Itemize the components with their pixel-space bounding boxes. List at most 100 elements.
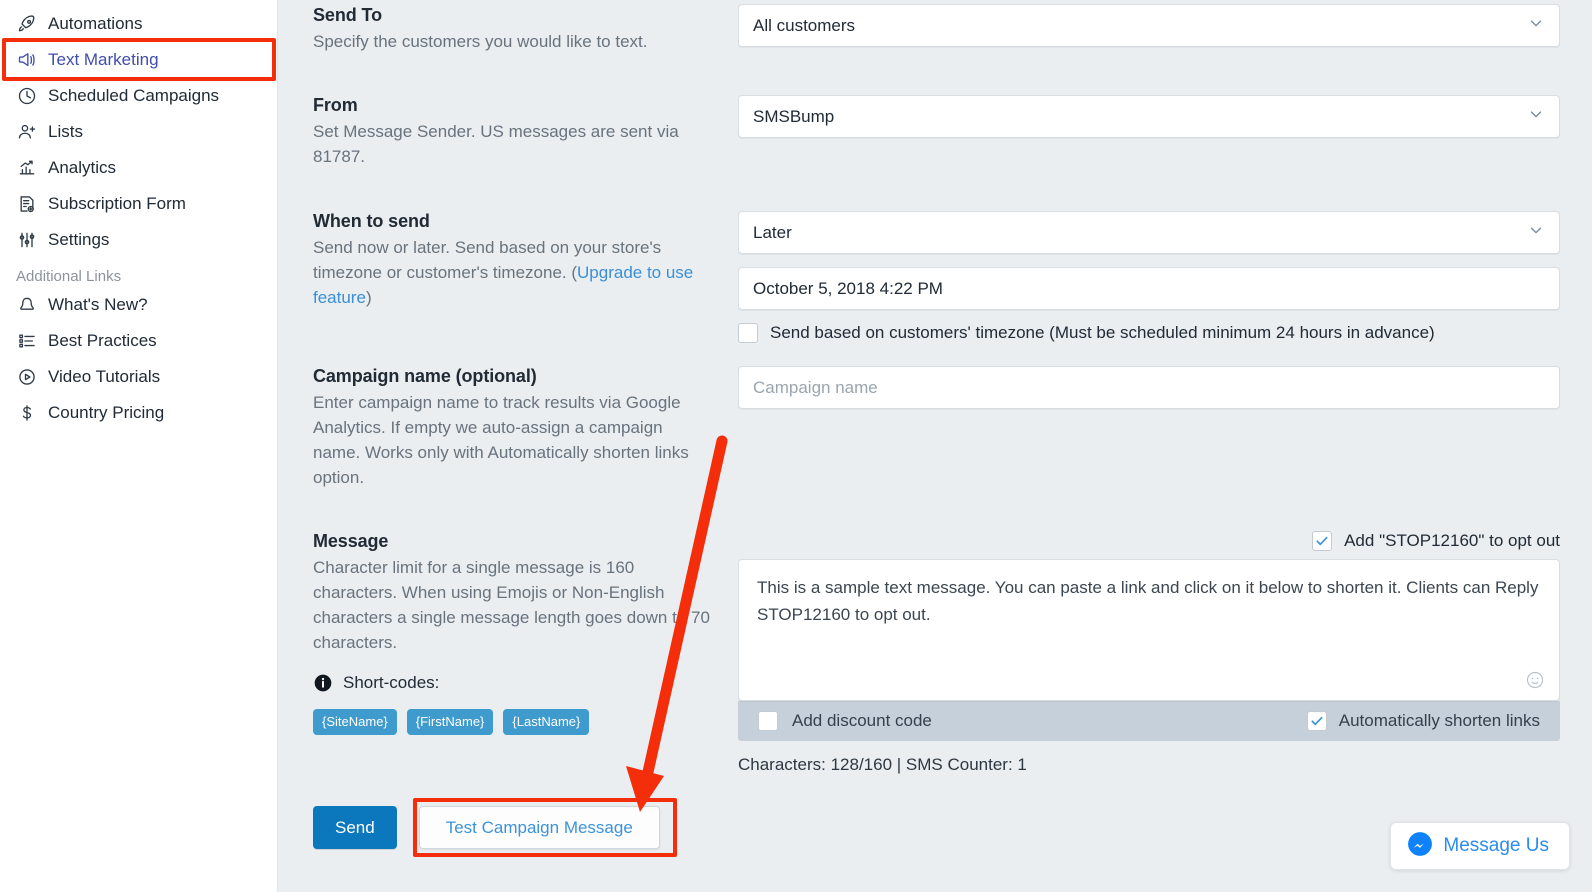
shortcodes-label: Short-codes: [343,673,440,692]
send-to-description: Specify the customers you would like to … [313,32,648,51]
auto-shorten-links-checkbox[interactable] [1306,711,1327,731]
dollar-icon [16,402,38,424]
sidebar-item-label: Subscription Form [48,194,186,213]
send-to-value: All customers [753,15,856,35]
campaign-name-placeholder: Campaign name [753,377,878,397]
form-icon [16,193,38,215]
sidebar-item-whats-new[interactable]: What's New? [0,287,277,323]
sliders-icon [16,229,38,251]
auto-shorten-links-label: Automatically shorten links [1338,711,1540,730]
play-circle-icon [16,366,38,388]
schedule-datetime-input[interactable]: October 5, 2018 4:22 PM [738,267,1560,310]
messenger-widget-button[interactable]: Message Us [1390,822,1570,870]
sidebar-item-label: Lists [48,122,83,141]
from-field-group: From Set Message Sender. US messages are… [313,95,713,169]
sidebar-item-label: Best Practices [48,331,157,350]
campaign-name-field-group: Campaign name (optional) Enter campaign … [313,366,713,490]
send-to-title: Send To [313,5,382,25]
add-discount-code-checkbox[interactable] [758,711,778,731]
message-body: This is a sample text message. You can p… [757,578,1539,624]
sidebar-item-label: Text Marketing [48,50,159,69]
additional-links-label: Additional Links [16,268,122,285]
sidebar-item-analytics[interactable]: Analytics [0,150,277,186]
message-footer-bar: Add discount code Automatically shorten … [738,701,1560,741]
when-desc-after: ) [365,288,372,307]
campaign-name-input[interactable]: Campaign name [738,366,1560,409]
bell-icon [16,294,38,316]
chevron-down-icon [1527,105,1545,128]
sidebar-item-label: Automations [48,14,143,33]
chevron-down-icon [1527,14,1545,37]
sidebar-item-label: Analytics [48,158,117,177]
when-to-send-description: Send now or later. Send based on your st… [313,235,713,310]
from-description: Set Message Sender. US messages are sent… [313,122,679,166]
message-description: Character limit for a single message is … [313,558,710,652]
send-to-select[interactable]: All customers [738,4,1560,47]
message-editor: This is a sample text message. You can p… [738,559,1560,775]
message-field-group: Message Character limit for a single mes… [313,531,713,735]
character-counter: Characters: 128/160 | SMS Counter: 1 [738,755,1027,774]
from-title: From [313,95,358,115]
shortcode-chip-list: {SiteName} {FirstName} {LastName} [313,709,713,735]
messenger-icon [1407,831,1433,862]
sidebar: Automations Text Marketing Scheduled Cam… [0,0,278,892]
send-button[interactable]: Send [313,806,397,849]
shortcode-chip-lastname[interactable]: {LastName} [503,709,590,735]
shortcode-chip-firstname[interactable]: {FirstName} [406,709,494,735]
campaign-name-title: Campaign name (optional) [313,366,537,386]
sidebar-item-subscription-form[interactable]: Subscription Form [0,186,277,222]
test-campaign-message-button[interactable]: Test Campaign Message [418,806,660,849]
shortcodes-header: Short-codes: [313,673,713,693]
add-discount-code-row[interactable]: Add discount code [758,711,932,731]
send-to-field-group: Send To Specify the customers you would … [313,5,713,54]
sidebar-item-scheduled-campaigns[interactable]: Scheduled Campaigns [0,78,277,114]
sidebar-item-label: Settings [48,230,110,249]
info-icon [313,673,333,693]
add-discount-code-label: Add discount code [792,711,932,730]
schedule-datetime-value: October 5, 2018 4:22 PM [753,278,943,298]
sidebar-item-label: What's New? [48,295,148,314]
sidebar-item-label: Scheduled Campaigns [48,86,220,105]
action-buttons-row: Send Test Campaign Message [313,798,677,857]
when-to-send-field-group: When to send Send now or later. Send bas… [313,211,713,310]
when-to-send-title: When to send [313,211,430,231]
sidebar-item-settings[interactable]: Settings [0,222,277,258]
message-textarea[interactable]: This is a sample text message. You can p… [738,559,1560,701]
optout-checkbox-row[interactable]: Add "STOP12160" to opt out [738,531,1560,551]
when-to-send-select[interactable]: Later [738,211,1560,254]
from-value: SMSBump [753,106,835,126]
messenger-label: Message Us [1443,835,1549,856]
main-content: Send To Specify the customers you would … [278,0,1592,892]
sidebar-item-video-tutorials[interactable]: Video Tutorials [0,359,277,395]
campaign-name-description: Enter campaign name to track results via… [313,393,689,487]
optout-checkbox[interactable] [1312,531,1333,551]
sidebar-item-best-practices[interactable]: Best Practices [0,323,277,359]
sidebar-item-text-marketing[interactable]: Text Marketing [0,42,277,78]
clock-icon [16,85,38,107]
optout-label: Add "STOP12160" to opt out [1344,531,1560,550]
message-title: Message [313,531,389,551]
shortcode-chip-sitename[interactable]: {SiteName} [313,709,397,735]
bar-chart-icon [16,157,38,179]
sidebar-item-label: Country Pricing [48,403,165,422]
customer-timezone-checkbox[interactable] [738,323,758,343]
emoji-icon[interactable] [1525,670,1545,690]
customer-timezone-checkbox-row[interactable]: Send based on customers' timezone (Must … [738,323,1560,343]
when-to-send-value: Later [753,222,792,242]
auto-shorten-links-row[interactable]: Automatically shorten links [1306,711,1540,731]
person-add-icon [16,121,38,143]
rocket-icon [16,13,38,35]
form-controls-column: All customers SMSBump Later October 5, 2… [738,0,1592,892]
app-root: Automations Text Marketing Scheduled Cam… [0,0,1592,892]
customer-timezone-label: Send based on customers' timezone (Must … [770,323,1435,342]
megaphone-icon [16,49,38,71]
sidebar-item-lists[interactable]: Lists [0,114,277,150]
sidebar-item-country-pricing[interactable]: Country Pricing [0,395,277,431]
chevron-down-icon [1527,221,1545,244]
sidebar-item-label: Video Tutorials [48,367,161,386]
list-icon [16,330,38,352]
test-campaign-button-wrapper: Test Campaign Message [412,798,677,857]
sidebar-item-automations[interactable]: Automations [0,6,277,42]
from-select[interactable]: SMSBump [738,95,1560,138]
form-labels-column: Send To Specify the customers you would … [313,0,738,892]
